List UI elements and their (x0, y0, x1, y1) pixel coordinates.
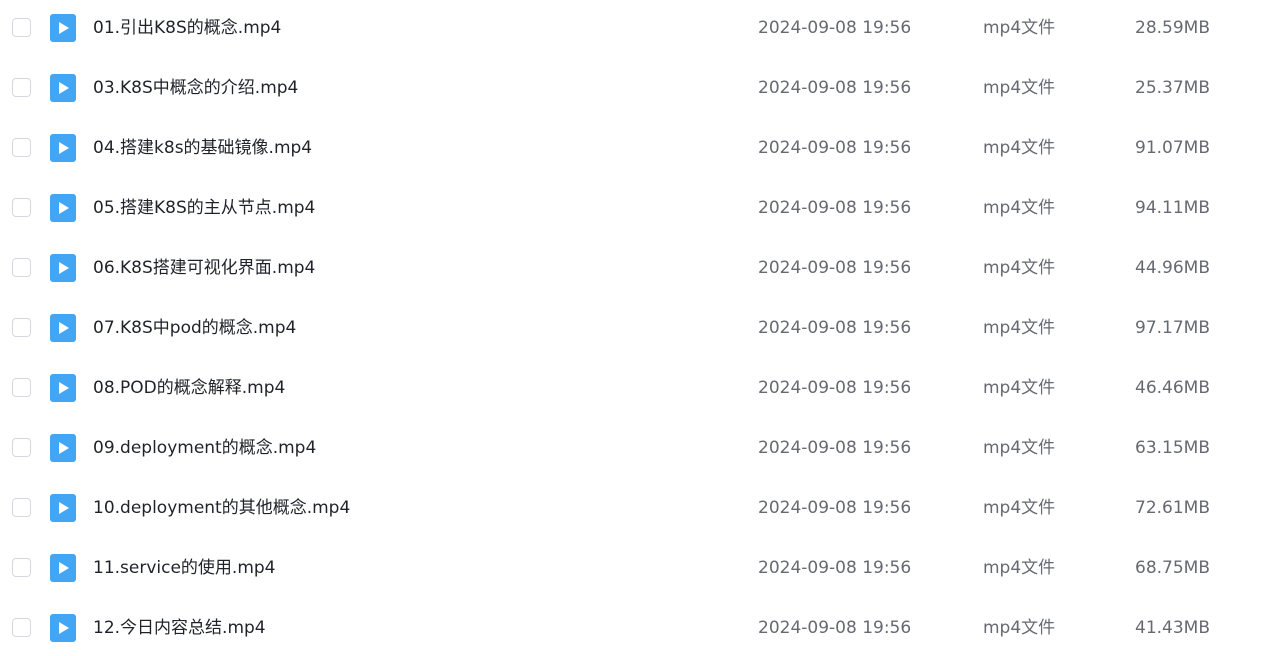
file-list: 01.引出K8S的概念.mp4 2024-09-08 19:56 mp4文件 2… (0, 0, 1269, 649)
file-name[interactable]: 06.K8S搭建可视化界面.mp4 (93, 240, 315, 296)
file-name[interactable]: 03.K8S中概念的介绍.mp4 (93, 60, 298, 116)
file-date: 2024-09-08 19:56 (758, 618, 912, 638)
row-checkbox[interactable] (12, 138, 31, 157)
file-type: mp4文件 (983, 198, 1056, 218)
video-file-icon (50, 374, 76, 402)
video-file-icon (50, 494, 76, 522)
video-file-icon (50, 74, 76, 102)
row-checkbox[interactable] (12, 78, 31, 97)
file-name[interactable]: 12.今日内容总结.mp4 (93, 600, 266, 656)
file-date: 2024-09-08 19:56 (758, 198, 912, 218)
row-checkbox[interactable] (12, 558, 31, 577)
video-file-icon (50, 14, 76, 42)
file-size: 63.15MB (1135, 438, 1210, 458)
file-size: 94.11MB (1135, 198, 1210, 218)
file-row[interactable]: 07.K8S中pod的概念.mp4 2024-09-08 19:56 mp4文件… (0, 300, 1269, 356)
file-type: mp4文件 (983, 498, 1056, 518)
file-size: 28.59MB (1135, 18, 1210, 38)
file-date: 2024-09-08 19:56 (758, 18, 912, 38)
video-file-icon (50, 554, 76, 582)
file-row[interactable]: 09.deployment的概念.mp4 2024-09-08 19:56 mp… (0, 420, 1269, 476)
file-type: mp4文件 (983, 378, 1056, 398)
video-file-icon (50, 614, 76, 642)
row-checkbox[interactable] (12, 258, 31, 277)
row-checkbox[interactable] (12, 618, 31, 637)
file-type: mp4文件 (983, 138, 1056, 158)
video-file-icon (50, 254, 76, 282)
file-row[interactable]: 05.搭建K8S的主从节点.mp4 2024-09-08 19:56 mp4文件… (0, 180, 1269, 236)
file-date: 2024-09-08 19:56 (758, 258, 912, 278)
file-type: mp4文件 (983, 438, 1056, 458)
file-size: 72.61MB (1135, 498, 1210, 518)
file-size: 97.17MB (1135, 318, 1210, 338)
file-date: 2024-09-08 19:56 (758, 318, 912, 338)
row-checkbox[interactable] (12, 498, 31, 517)
file-row[interactable]: 10.deployment的其他概念.mp4 2024-09-08 19:56 … (0, 480, 1269, 536)
file-size: 46.46MB (1135, 378, 1210, 398)
file-row[interactable]: 03.K8S中概念的介绍.mp4 2024-09-08 19:56 mp4文件 … (0, 60, 1269, 116)
file-row[interactable]: 04.搭建k8s的基础镜像.mp4 2024-09-08 19:56 mp4文件… (0, 120, 1269, 176)
file-name[interactable]: 11.service的使用.mp4 (93, 540, 276, 596)
file-size: 68.75MB (1135, 558, 1210, 578)
file-size: 25.37MB (1135, 78, 1210, 98)
file-type: mp4文件 (983, 318, 1056, 338)
file-date: 2024-09-08 19:56 (758, 438, 912, 458)
file-name[interactable]: 05.搭建K8S的主从节点.mp4 (93, 180, 315, 236)
file-type: mp4文件 (983, 18, 1056, 38)
row-checkbox[interactable] (12, 318, 31, 337)
file-row[interactable]: 01.引出K8S的概念.mp4 2024-09-08 19:56 mp4文件 2… (0, 0, 1269, 56)
video-file-icon (50, 314, 76, 342)
file-size: 91.07MB (1135, 138, 1210, 158)
video-file-icon (50, 434, 76, 462)
video-file-icon (50, 194, 76, 222)
file-type: mp4文件 (983, 558, 1056, 578)
file-date: 2024-09-08 19:56 (758, 558, 912, 578)
file-row[interactable]: 08.POD的概念解释.mp4 2024-09-08 19:56 mp4文件 4… (0, 360, 1269, 416)
file-row[interactable]: 06.K8S搭建可视化界面.mp4 2024-09-08 19:56 mp4文件… (0, 240, 1269, 296)
file-date: 2024-09-08 19:56 (758, 138, 912, 158)
file-name[interactable]: 10.deployment的其他概念.mp4 (93, 480, 350, 536)
file-type: mp4文件 (983, 78, 1056, 98)
row-checkbox[interactable] (12, 198, 31, 217)
file-name[interactable]: 08.POD的概念解释.mp4 (93, 360, 285, 416)
row-checkbox[interactable] (12, 18, 31, 37)
file-date: 2024-09-08 19:56 (758, 378, 912, 398)
file-type: mp4文件 (983, 618, 1056, 638)
file-name[interactable]: 04.搭建k8s的基础镜像.mp4 (93, 120, 312, 176)
file-row[interactable]: 12.今日内容总结.mp4 2024-09-08 19:56 mp4文件 41.… (0, 600, 1269, 656)
file-row[interactable]: 11.service的使用.mp4 2024-09-08 19:56 mp4文件… (0, 540, 1269, 596)
row-checkbox[interactable] (12, 438, 31, 457)
video-file-icon (50, 134, 76, 162)
row-checkbox[interactable] (12, 378, 31, 397)
file-size: 41.43MB (1135, 618, 1210, 638)
file-name[interactable]: 07.K8S中pod的概念.mp4 (93, 300, 296, 356)
file-size: 44.96MB (1135, 258, 1210, 278)
file-name[interactable]: 09.deployment的概念.mp4 (93, 420, 316, 476)
file-date: 2024-09-08 19:56 (758, 78, 912, 98)
file-name[interactable]: 01.引出K8S的概念.mp4 (93, 0, 281, 56)
file-date: 2024-09-08 19:56 (758, 498, 912, 518)
file-type: mp4文件 (983, 258, 1056, 278)
